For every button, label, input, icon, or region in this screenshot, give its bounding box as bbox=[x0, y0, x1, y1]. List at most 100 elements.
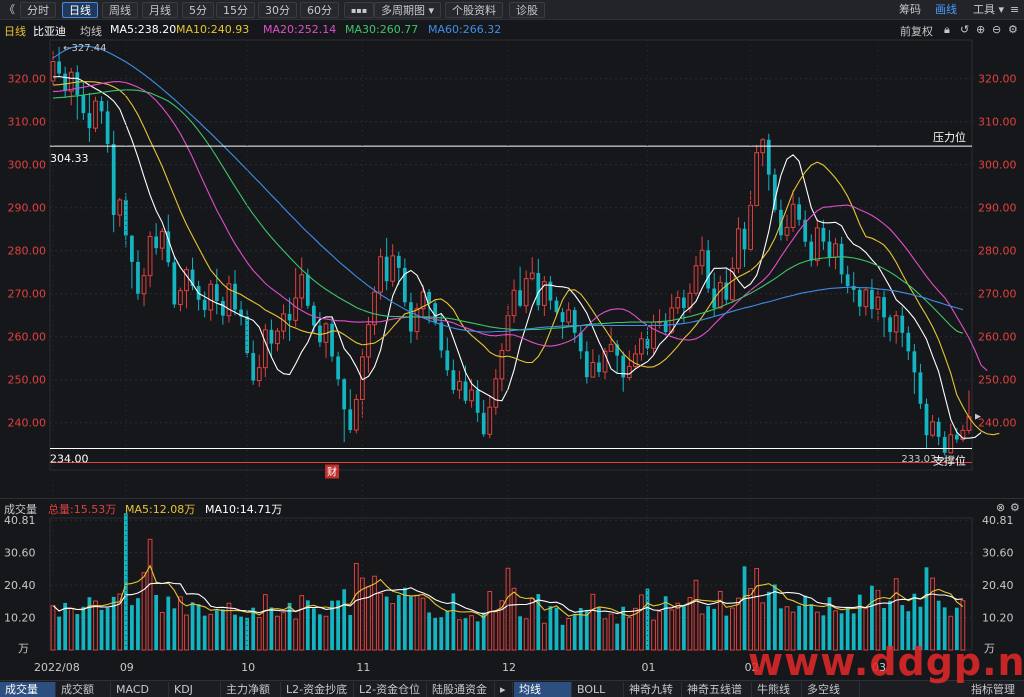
volume-bar bbox=[293, 618, 299, 651]
settings-icon[interactable]: ⚙ bbox=[1008, 23, 1018, 36]
volume-bar bbox=[130, 605, 134, 650]
tab-magic-five[interactable]: 神奇五线谱 bbox=[682, 682, 752, 697]
candle-body bbox=[790, 203, 796, 228]
tab-northbound[interactable]: 陆股通资金 bbox=[427, 682, 495, 697]
tab-long-short[interactable]: 多空线 bbox=[802, 682, 860, 697]
tab-main-net[interactable]: 主力净额 bbox=[221, 682, 281, 697]
y-tick-label-right: 250.00 bbox=[978, 374, 1017, 387]
candle-body bbox=[75, 72, 80, 96]
candle-body bbox=[875, 296, 881, 310]
volume-bar bbox=[529, 597, 535, 651]
tab-fenshi[interactable]: 分时 bbox=[20, 2, 56, 18]
y-tick-label-left: 290.00 bbox=[8, 202, 47, 215]
volume-bar bbox=[493, 611, 499, 651]
candle-body bbox=[906, 332, 911, 352]
volume-bar bbox=[159, 611, 165, 651]
tab-monthly[interactable]: 月线 bbox=[142, 2, 178, 18]
tab-5min[interactable]: 5分 bbox=[182, 2, 214, 18]
volume-bar bbox=[487, 590, 493, 651]
candle-body bbox=[154, 236, 159, 249]
top-toolbar: 《 分时 日线 周线 月线 5分 15分 30分 60分 ▪▪▪ 多周期图 ▾ … bbox=[0, 0, 1024, 20]
candle-body bbox=[299, 274, 305, 299]
multi-period-dropdown[interactable]: 多周期图 ▾ bbox=[374, 2, 442, 18]
more-icon[interactable]: ▪▪▪ bbox=[344, 2, 375, 18]
volume-bar bbox=[414, 594, 420, 651]
volume-bar bbox=[523, 618, 529, 651]
tab-kdj[interactable]: KDJ bbox=[169, 682, 221, 697]
indicator-manage-button[interactable]: 指标管理 bbox=[966, 682, 1024, 697]
tab-daily[interactable]: 日线 bbox=[62, 2, 98, 18]
candle-body bbox=[287, 313, 292, 321]
chevron-right-icon[interactable]: ▸ bbox=[495, 682, 513, 697]
tab-bull-bear[interactable]: 牛熊线 bbox=[752, 682, 802, 697]
volume-bar bbox=[172, 608, 177, 650]
tab-l2-bottom[interactable]: L2-资金抄底 bbox=[281, 682, 354, 697]
volume-bar bbox=[311, 608, 316, 650]
volume-bar bbox=[615, 623, 620, 650]
high-label: ←327.44 bbox=[63, 43, 106, 54]
tab-l2-position[interactable]: L2-资金仓位 bbox=[354, 682, 427, 697]
candle-body bbox=[766, 139, 771, 175]
close-icon[interactable]: ⊗ bbox=[996, 501, 1005, 514]
candle-body bbox=[675, 297, 681, 309]
ma60-value: MA60:266.32 bbox=[428, 23, 502, 36]
volume-bar bbox=[57, 616, 61, 650]
zoom-in-icon[interactable]: ⊕ bbox=[976, 23, 985, 36]
tab-ma-overlay[interactable]: 均线 bbox=[514, 682, 572, 697]
candle-body bbox=[754, 152, 760, 207]
volume-bar bbox=[178, 596, 183, 651]
volume-bar bbox=[541, 622, 547, 651]
volume-bar bbox=[626, 617, 632, 651]
candle-body bbox=[548, 281, 553, 301]
candle-body bbox=[954, 434, 959, 440]
lock-icon[interactable]: 🔒︎ bbox=[944, 23, 950, 37]
volume-bar bbox=[287, 602, 292, 650]
candle-body bbox=[281, 313, 286, 332]
tab-boll[interactable]: BOLL bbox=[572, 682, 624, 697]
volume-bar bbox=[457, 619, 462, 651]
tab-30min[interactable]: 30分 bbox=[258, 2, 297, 18]
tab-weekly[interactable]: 周线 bbox=[102, 2, 138, 18]
tab-volume[interactable]: 成交量 bbox=[0, 682, 56, 697]
volume-bar bbox=[166, 596, 171, 650]
y-tick-label-left: 300.00 bbox=[8, 159, 47, 172]
tab-60min[interactable]: 60分 bbox=[300, 2, 339, 18]
tab-macd[interactable]: MACD bbox=[111, 682, 169, 697]
volume-bar bbox=[511, 587, 517, 651]
zoom-out-icon[interactable]: ⊖ bbox=[992, 23, 1001, 36]
candle-body bbox=[262, 329, 268, 369]
volume-bar bbox=[657, 611, 662, 651]
volume-bar bbox=[342, 589, 347, 650]
collapse-icon[interactable]: 《 bbox=[2, 2, 17, 18]
diagnose-button[interactable]: 诊股 bbox=[509, 2, 545, 18]
candle-body bbox=[336, 356, 341, 380]
y-tick-label-right: 300.00 bbox=[978, 159, 1017, 172]
volume-bar bbox=[651, 619, 656, 651]
chips-button[interactable]: 筹码 bbox=[893, 2, 927, 18]
expand-icon[interactable]: ≡ bbox=[1004, 2, 1024, 18]
ma-header: 日线 比亚迪 均线 MA5:238.20 MA10:240.93 MA20:25… bbox=[0, 20, 1024, 38]
adjust-dropdown[interactable]: 前复权 bbox=[900, 23, 933, 39]
volume-bar bbox=[251, 607, 256, 650]
kline-chart[interactable]: 240.00 240.00 250.00 250.00 260.00 260.00 270.… bbox=[0, 38, 1024, 680]
reset-icon[interactable]: ↺ bbox=[960, 23, 969, 36]
volume-bar bbox=[68, 607, 74, 651]
volume-total: 总量:15.53万 bbox=[48, 503, 117, 516]
volume-bar bbox=[202, 615, 207, 650]
multi-period-label: 多周期图 bbox=[381, 4, 425, 17]
draw-button[interactable]: 画线 bbox=[929, 2, 963, 18]
volume-bar bbox=[427, 612, 431, 650]
x-tick-label: 01 bbox=[641, 661, 655, 674]
candle-body bbox=[499, 349, 505, 380]
candle-body bbox=[882, 297, 886, 318]
ma5-value: MA5:238.20 bbox=[110, 23, 177, 36]
candle-body bbox=[439, 322, 444, 351]
tab-magic-nine[interactable]: 神奇九转 bbox=[624, 682, 682, 697]
main-grid: 240.00 240.00 250.00 250.00 260.00 260.00 270.… bbox=[8, 39, 1017, 471]
ma-label[interactable]: 均线 bbox=[80, 23, 102, 39]
stock-info-button[interactable]: 个股资料 bbox=[445, 2, 503, 18]
tab-15min[interactable]: 15分 bbox=[216, 2, 255, 18]
volume-bar bbox=[184, 614, 189, 651]
tab-turnover[interactable]: 成交额 bbox=[56, 682, 111, 697]
settings-icon[interactable]: ⚙ bbox=[1010, 501, 1020, 514]
